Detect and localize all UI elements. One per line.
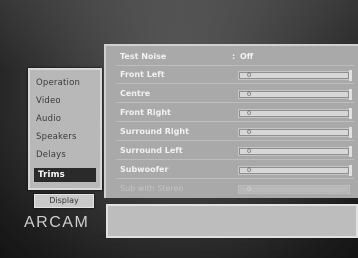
trim-row-subwoofer[interactable]: Subwoofer 0 bbox=[116, 163, 356, 177]
menu-item-video[interactable]: Video bbox=[36, 94, 94, 108]
divider bbox=[116, 65, 354, 66]
trim-label: Front Left bbox=[120, 70, 165, 79]
slider-end-cap bbox=[349, 70, 352, 81]
slider-end-cap bbox=[349, 127, 352, 138]
trim-slider[interactable]: 0 bbox=[238, 89, 352, 100]
trim-row-surround-left[interactable]: Surround Left 0 bbox=[116, 144, 356, 158]
test-noise-label: Test Noise bbox=[120, 52, 167, 61]
trim-slider[interactable]: 0 bbox=[238, 108, 352, 119]
trim-value: 0 bbox=[247, 166, 252, 174]
trim-label: Centre bbox=[120, 89, 151, 98]
info-box bbox=[106, 204, 358, 238]
trim-row-centre[interactable]: Centre 0 bbox=[116, 87, 356, 101]
slider-end-cap bbox=[349, 146, 352, 157]
trim-slider[interactable]: 0 bbox=[238, 70, 352, 81]
trim-slider[interactable]: 0 bbox=[238, 165, 352, 176]
menu-item-speakers[interactable]: Speakers bbox=[36, 130, 94, 144]
trim-row-front-left[interactable]: Front Left 0 bbox=[116, 68, 356, 82]
slider-end-cap bbox=[349, 165, 352, 176]
test-noise-row[interactable]: Test Noise : Off bbox=[116, 50, 356, 64]
trim-value: 0 bbox=[247, 128, 252, 136]
menu-item-trims[interactable]: Trims bbox=[34, 168, 96, 182]
divider bbox=[116, 121, 354, 122]
divider bbox=[116, 102, 354, 103]
trim-slider[interactable]: 0 bbox=[238, 127, 352, 138]
display-tab[interactable]: Display bbox=[34, 194, 94, 208]
trim-label: Subwoofer bbox=[120, 165, 169, 174]
settings-menu: Operation Video Audio Speakers Delays Tr… bbox=[28, 68, 102, 190]
test-noise-colon: : bbox=[232, 52, 236, 61]
trim-value: 0 bbox=[247, 185, 252, 193]
trim-slider: 0 bbox=[238, 185, 350, 194]
menu-item-operation[interactable]: Operation bbox=[36, 76, 94, 90]
trims-panel: Test Noise : Off Front Left 0 Centre 0 F… bbox=[104, 44, 358, 198]
trim-slider[interactable]: 0 bbox=[238, 146, 352, 157]
trim-value: 0 bbox=[247, 90, 252, 98]
trim-row-front-right[interactable]: Front Right 0 bbox=[116, 106, 356, 120]
menu-item-audio[interactable]: Audio bbox=[36, 112, 94, 126]
menu-item-delays[interactable]: Delays bbox=[36, 148, 94, 162]
slider-end-cap bbox=[349, 89, 352, 100]
trim-label: Surround Right bbox=[120, 127, 189, 136]
divider bbox=[116, 140, 354, 141]
divider bbox=[116, 178, 354, 179]
divider bbox=[116, 159, 354, 160]
trim-value: 0 bbox=[247, 109, 252, 117]
divider bbox=[116, 83, 354, 84]
trim-label: Sub with Stereo bbox=[120, 184, 184, 193]
trim-value: 0 bbox=[247, 147, 252, 155]
trim-label: Front Right bbox=[120, 108, 171, 117]
trim-row-surround-right[interactable]: Surround Right 0 bbox=[116, 125, 356, 139]
slider-end-cap bbox=[349, 108, 352, 119]
trim-row-sub-with-stereo: Sub with Stereo 0 bbox=[116, 182, 356, 196]
trim-label: Surround Left bbox=[120, 146, 183, 155]
brand-logo: ARCAM bbox=[24, 214, 90, 231]
test-noise-value: Off bbox=[240, 52, 254, 61]
trim-value: 0 bbox=[247, 71, 252, 79]
